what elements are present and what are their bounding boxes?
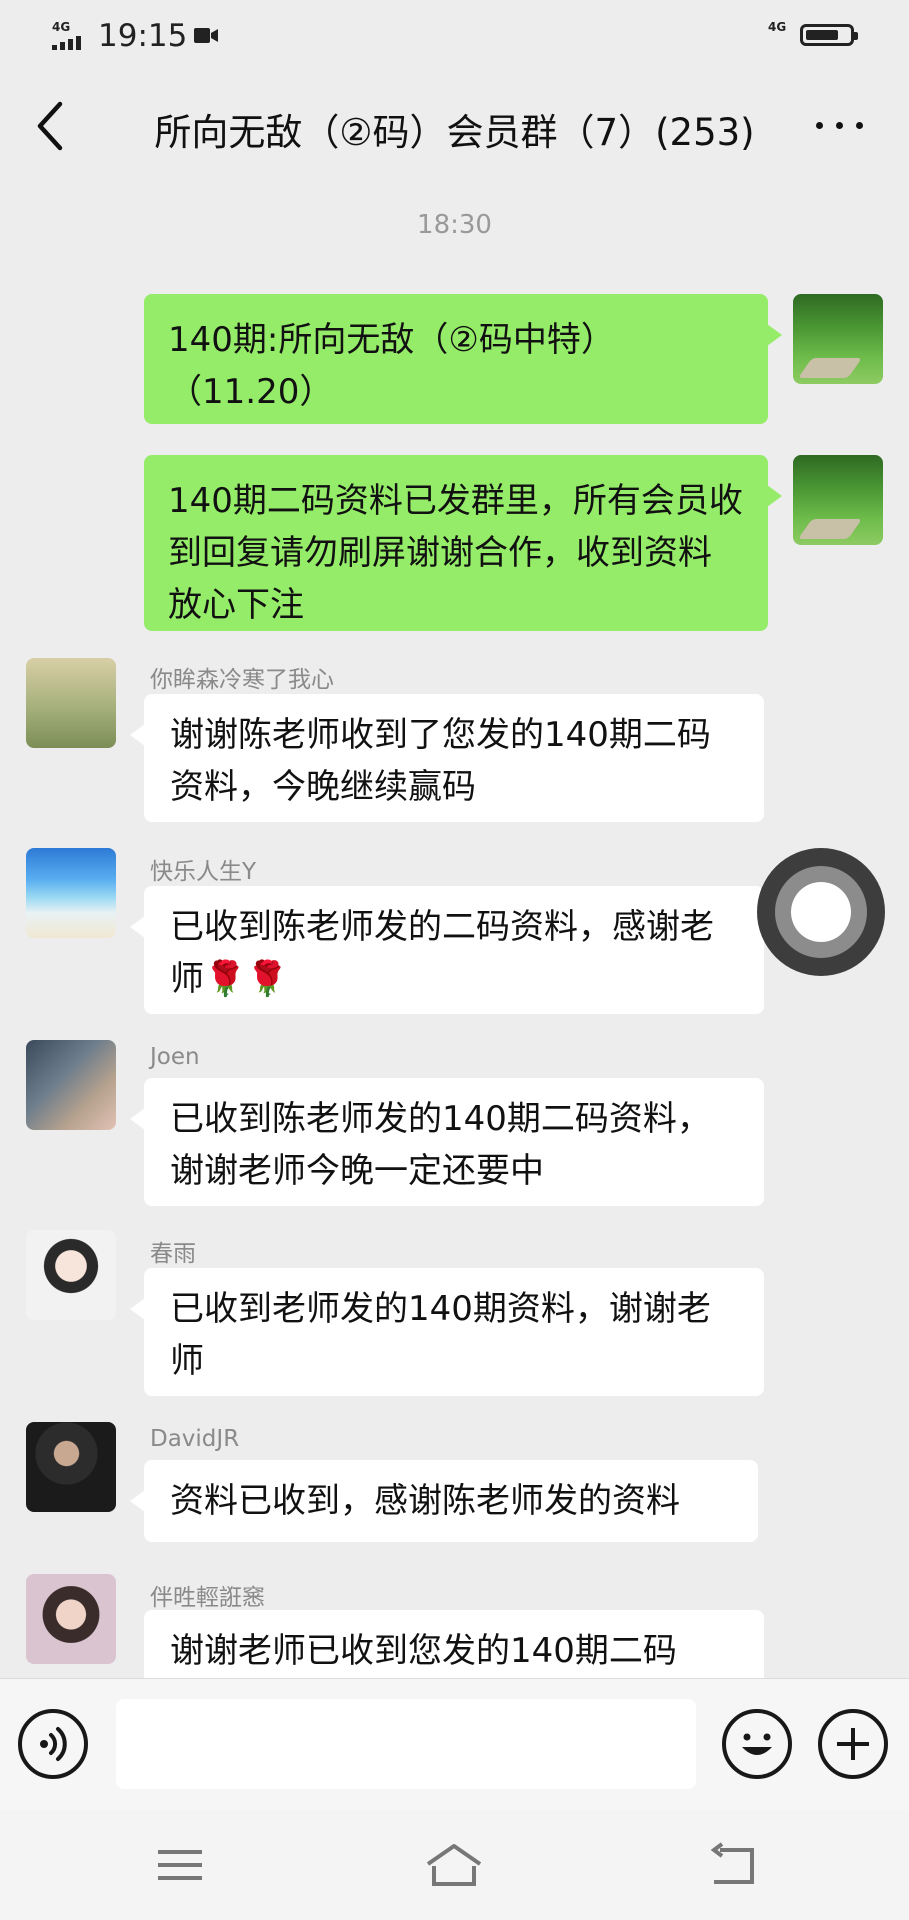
message-input[interactable]	[116, 1699, 696, 1789]
sender-name: DavidJR	[150, 1426, 240, 1452]
network-type-right-label: 4G	[768, 20, 787, 34]
sender-name: 你眸森冷寒了我心	[150, 667, 334, 693]
battery-icon	[800, 24, 858, 46]
status-time: 19:15	[98, 18, 188, 54]
plus-icon[interactable]	[818, 1709, 888, 1779]
network-type-label: 4G	[52, 20, 71, 34]
message-text: 已收到老师发的140期资料，谢谢老师	[170, 1289, 711, 1381]
system-nav-bar	[0, 1810, 909, 1920]
incoming-message-bubble[interactable]: 已收到陈老师发的140期二码资料，谢谢老师今晚一定还要中	[130, 1078, 764, 1206]
message-text: 资料已收到，感谢陈老师发的资料	[170, 1481, 680, 1521]
message-text: 140期:所向无敌（②码中特）（11.20）	[168, 320, 615, 412]
ban-avatar[interactable]	[26, 1574, 116, 1664]
video-icon	[194, 28, 218, 43]
two-girls-avatar[interactable]	[26, 658, 116, 748]
chat-header: 所向无敌（②码）会员群（7）(253)	[0, 80, 909, 170]
message-text: 140期二码资料已发群里，所有会员收到回复请勿刷屏谢谢合作，收到资料放心下注	[168, 481, 743, 625]
home-icon[interactable]	[424, 1840, 484, 1890]
more-options-icon[interactable]	[812, 104, 868, 144]
voice-icon[interactable]	[18, 1709, 88, 1779]
chat-title: 所向无敌（②码）会员群（7）(253)	[154, 111, 755, 154]
message-text: 谢谢老师已收到您发的140期二码	[170, 1631, 677, 1671]
sender-name: 伴甠輕誑窸	[150, 1585, 265, 1611]
garden-avatar[interactable]	[793, 294, 883, 384]
chat-input-bar	[0, 1678, 909, 1810]
outgoing-message-bubble[interactable]: 140期二码资料已发群里，所有会员收到回复请勿刷屏谢谢合作，收到资料放心下注	[144, 455, 782, 631]
chat-timestamp: 18:30	[417, 210, 492, 240]
outgoing-message-bubble[interactable]: 140期:所向无敌（②码中特）（11.20）	[144, 294, 782, 424]
davidjr-avatar[interactable]	[26, 1422, 116, 1512]
message-text: 谢谢陈老师收到了您发的140期二码资料，今晚继续赢码	[170, 715, 711, 807]
sender-name: 春雨	[150, 1241, 196, 1267]
menu-icon[interactable]	[150, 1840, 210, 1890]
garden-avatar[interactable]	[793, 455, 883, 545]
message-text: 已收到陈老师发的140期二码资料，谢谢老师今晚一定还要中	[170, 1099, 711, 1191]
incoming-message-bubble[interactable]: 谢谢陈老师收到了您发的140期二码资料，今晚继续赢码	[130, 694, 764, 822]
signal-icon	[52, 34, 88, 50]
sender-name: Joen	[150, 1044, 200, 1070]
joen-avatar[interactable]	[26, 1040, 116, 1130]
incoming-message-bubble[interactable]: 已收到陈老师发的二码资料，感谢老师🌹🌹	[130, 886, 764, 1014]
beach-avatar[interactable]	[26, 848, 116, 938]
return-icon[interactable]	[704, 1840, 764, 1890]
status-bar: 4G 19:15 4G	[0, 0, 909, 70]
incoming-message-bubble[interactable]: 资料已收到，感谢陈老师发的资料	[130, 1460, 758, 1542]
floating-ball-icon[interactable]	[757, 848, 885, 976]
chunyu-avatar[interactable]	[26, 1230, 116, 1320]
incoming-message-bubble[interactable]: 已收到老师发的140期资料，谢谢老师	[130, 1268, 764, 1396]
message-text: 已收到陈老师发的二码资料，感谢老师🌹🌹	[170, 907, 714, 999]
sender-name: 快乐人生Y	[150, 859, 257, 885]
emoji-icon[interactable]	[722, 1709, 792, 1779]
